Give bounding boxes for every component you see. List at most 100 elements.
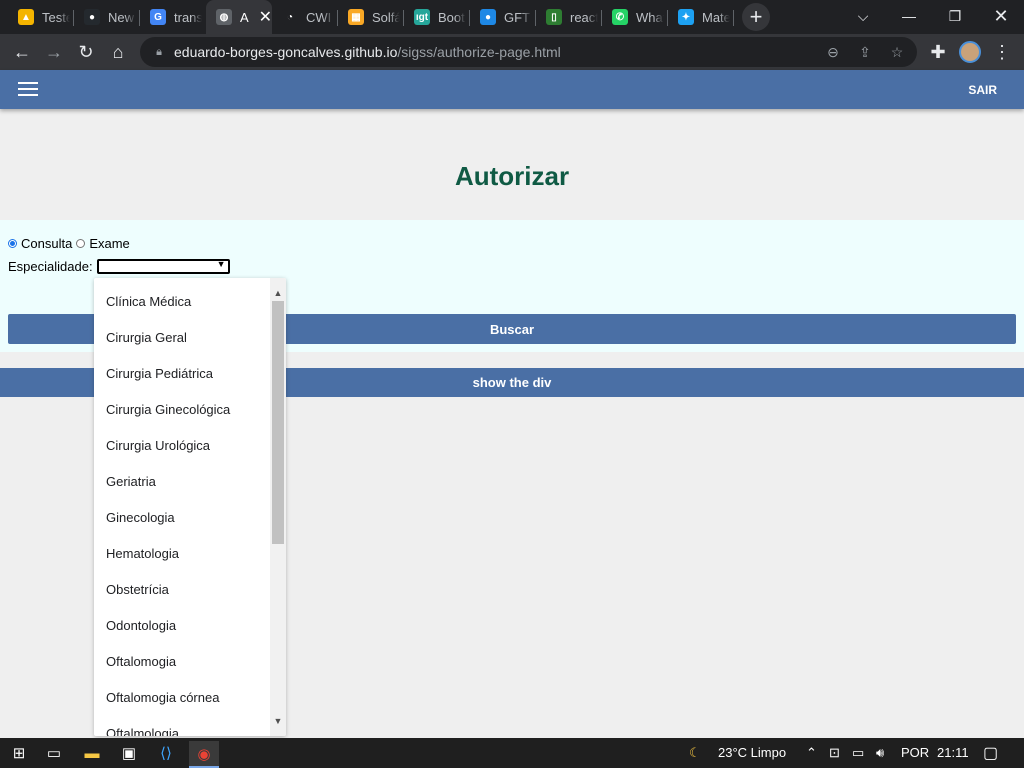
app-navbar: SAIR <box>0 70 1024 109</box>
tab-list: ▲ Teste ● New Gtrans ◍ A ✕ ◔ CWI C ▦ Solfá ıgt Boot ● G… <box>8 0 734 34</box>
scroll-thumb[interactable] <box>272 301 284 544</box>
dropdown-option[interactable]: Hematologia <box>94 536 270 572</box>
tab-title: What <box>636 9 664 25</box>
especialidade-select[interactable]: ▼ <box>96 259 230 274</box>
browser-tab[interactable]: ▲ Teste <box>8 0 74 34</box>
browser-toolbar: ← → ↻ ⌂ 🔒︎ eduardo-borges-goncalves.gith… <box>0 34 1024 70</box>
browser-tab[interactable]: ✆ What <box>602 0 668 34</box>
tab-favicon-icon: ▦ <box>348 9 364 25</box>
vscode-icon[interactable]: ⟨⟩ <box>151 741 181 765</box>
browser-tab[interactable]: ● New <box>74 0 140 34</box>
page-content: SAIR Autorizar Consulta Exame Especialid… <box>0 70 1024 738</box>
restore-icon[interactable]: ❐ <box>932 0 978 32</box>
radio-consulta[interactable] <box>8 239 17 248</box>
notification-icon[interactable]: ▢ <box>983 743 998 763</box>
dropdown-option[interactable]: Cirurgia Ginecológica <box>94 392 270 428</box>
type-radio-group: Consulta Exame <box>8 236 130 251</box>
scroll-down-icon[interactable]: ▼ <box>270 713 286 729</box>
close-tab-icon[interactable]: ✕ <box>259 7 272 27</box>
tab-favicon-icon: ▯ <box>546 9 562 25</box>
tab-title: trans <box>174 9 202 25</box>
url-host: eduardo-borges-goncalves.github.io <box>174 44 398 60</box>
hamburger-menu-icon[interactable] <box>18 82 38 98</box>
share-icon[interactable]: ⇪ <box>856 43 874 61</box>
browser-tab[interactable]: ● GFT S <box>470 0 536 34</box>
ethernet-icon[interactable]: ▭ <box>852 745 864 761</box>
file-explorer-icon[interactable]: ▬ <box>77 741 107 765</box>
network-icon[interactable]: ⊡ <box>829 745 840 761</box>
dropdown-option[interactable]: Obstetrícia <box>94 572 270 608</box>
minimize-icon[interactable]: — <box>886 0 932 32</box>
url-path: /sigss/authorize-page.html <box>397 44 561 60</box>
tab-favicon-icon: ▲ <box>18 9 34 25</box>
forward-icon[interactable]: → <box>40 38 68 66</box>
bookmark-star-icon[interactable]: ☆ <box>888 43 906 61</box>
tab-search-icon[interactable]: ⌵ <box>840 0 886 32</box>
dropdown-option[interactable]: Odontologia <box>94 608 270 644</box>
tab-title: New <box>108 9 135 25</box>
terminal-icon[interactable]: ▣ <box>114 741 144 765</box>
dropdown-option[interactable]: Cirurgia Pediátrica <box>94 356 270 392</box>
new-tab-button[interactable]: + <box>742 3 770 31</box>
clock[interactable]: 21:11 <box>937 745 969 760</box>
tab-favicon-icon: ✦ <box>678 9 694 25</box>
page-title: Autorizar <box>454 161 570 191</box>
menu-kebab-icon[interactable]: ⋮ <box>988 38 1016 66</box>
tab-title: Boot <box>438 9 465 25</box>
tab-favicon-icon: ● <box>480 9 496 25</box>
tab-favicon-icon: ◍ <box>216 9 232 25</box>
tab-title: react <box>570 9 598 25</box>
browser-tab[interactable]: ◍ A ✕ <box>206 0 272 34</box>
lock-icon[interactable]: 🔒︎ <box>152 45 166 59</box>
option-list: Clínica Médica Cirurgia Geral Cirurgia Ped… <box>94 284 270 736</box>
especialidade-dropdown-list[interactable]: Clínica Médica Cirurgia Geral Cirurgia Ped… <box>94 278 286 736</box>
browser-tab[interactable]: Gtrans <box>140 0 206 34</box>
windows-start-icon[interactable]: ⊞ <box>4 741 34 765</box>
tab-title: GFT S <box>504 9 532 25</box>
reload-icon[interactable]: ↻ <box>72 38 100 66</box>
dropdown-option[interactable]: Clínica Médica <box>94 284 270 320</box>
dropdown-option[interactable]: Ginecologia <box>94 500 270 536</box>
browser-tab[interactable]: ▯ react <box>536 0 602 34</box>
radio-exame-label[interactable]: Exame <box>89 236 129 251</box>
chrome-taskbar-icon[interactable]: ◉ <box>189 741 219 768</box>
weather-text[interactable]: 23°C Limpo <box>718 745 786 760</box>
dropdown-option[interactable]: Oftalomogia córnea <box>94 680 270 716</box>
browser-tab[interactable]: ▦ Solfá <box>338 0 404 34</box>
zoom-icon[interactable]: ⊖ <box>824 43 842 61</box>
home-icon[interactable]: ⌂ <box>104 38 132 66</box>
tab-favicon-icon: ◔ <box>282 9 298 25</box>
radio-consulta-label[interactable]: Consulta <box>21 236 72 251</box>
volume-icon[interactable]: 🔊︎ <box>876 745 884 761</box>
tray-chevron-icon[interactable]: ⌃ <box>806 745 817 761</box>
dropdown-option[interactable]: Cirurgia Geral <box>94 320 270 356</box>
url-text[interactable]: eduardo-borges-goncalves.github.io/sigss… <box>174 44 561 60</box>
dropdown-arrow-icon[interactable]: ▼ <box>217 259 226 269</box>
dropdown-scrollbar[interactable]: ▲ ▼ <box>270 278 286 736</box>
radio-exame[interactable] <box>76 239 86 248</box>
back-icon[interactable]: ← <box>8 38 36 66</box>
tab-separator <box>733 10 734 26</box>
tab-favicon-icon: ● <box>84 9 100 25</box>
browser-tab[interactable]: ◔ CWI C <box>272 0 338 34</box>
extensions-icon[interactable]: ✚ <box>924 38 952 66</box>
dropdown-option[interactable]: Oftalomogia <box>94 644 270 680</box>
language-indicator[interactable]: POR <box>901 745 929 760</box>
profile-avatar[interactable] <box>959 41 981 63</box>
dropdown-option[interactable]: Oftalmologia <box>94 716 270 736</box>
especialidade-row: Especialidade: ▼ <box>8 259 230 274</box>
scroll-up-icon[interactable]: ▲ <box>270 285 286 301</box>
weather-moon-icon[interactable]: ☾ <box>689 745 701 761</box>
task-view-icon[interactable]: ▭ <box>39 741 69 765</box>
browser-tab-strip: ▲ Teste ● New Gtrans ◍ A ✕ ◔ CWI C ▦ Solfá ıgt Boot ● G… <box>0 0 1024 34</box>
tab-title: CWI C <box>306 9 334 25</box>
browser-tab[interactable]: ✦ Mate <box>668 0 734 34</box>
dropdown-option[interactable]: Cirurgia Urológica <box>94 428 270 464</box>
address-bar[interactable]: 🔒︎ eduardo-borges-goncalves.github.io/si… <box>140 37 917 67</box>
tab-title: A <box>240 9 249 25</box>
tab-title: Teste <box>42 9 70 25</box>
browser-tab[interactable]: ıgt Boot <box>404 0 470 34</box>
dropdown-option[interactable]: Geriatria <box>94 464 270 500</box>
close-window-icon[interactable]: ✕ <box>978 0 1024 32</box>
sair-link[interactable]: SAIR <box>968 83 997 97</box>
